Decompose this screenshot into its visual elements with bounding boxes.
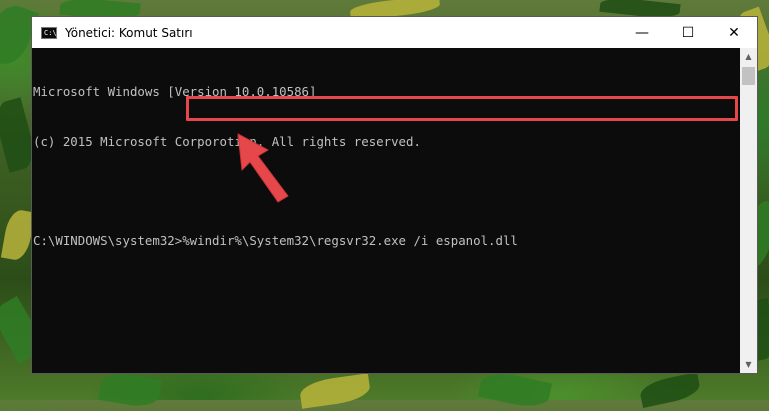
maximize-button[interactable]: ☐ [665, 17, 711, 48]
background-leaf [97, 370, 163, 410]
window-controls: — ☐ ✕ [619, 17, 757, 48]
background-leaf [0, 208, 36, 262]
background-leaf [477, 369, 553, 411]
minimize-button[interactable]: — [619, 17, 665, 48]
cmd-icon[interactable]: C:\ [41, 26, 57, 39]
console-line: (c) 2015 Microsoft Corporotion. All righ… [33, 133, 421, 149]
window-title: Yönetici: Komut Satırı [65, 25, 193, 40]
scroll-up-arrow-icon[interactable]: ▲ [740, 48, 757, 65]
background-leaf [638, 372, 702, 408]
command-highlight-box [186, 96, 738, 121]
close-button[interactable]: ✕ [711, 17, 757, 48]
scrollbar-thumb[interactable] [742, 67, 755, 85]
vertical-scrollbar[interactable]: ▲ ▼ [740, 48, 757, 373]
background-leaf [298, 373, 372, 409]
red-arrow-icon [237, 133, 289, 203]
console-command-line[interactable]: C:\WINDOWS\system32>%windir%\System32\re… [33, 233, 740, 250]
scroll-down-arrow-icon[interactable]: ▼ [740, 356, 757, 373]
title-bar[interactable]: C:\ Yönetici: Komut Satırı — ☐ ✕ [32, 17, 757, 48]
command-prompt-window[interactable]: C:\ Yönetici: Komut Satırı — ☐ ✕ Microso… [31, 16, 758, 374]
